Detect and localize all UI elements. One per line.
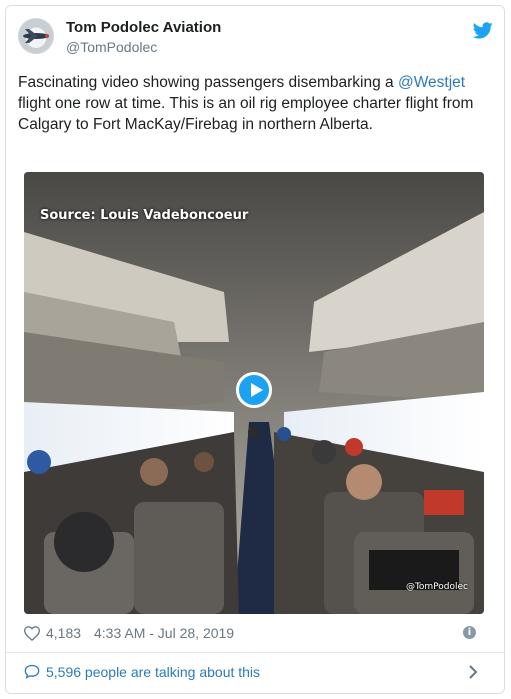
video-source-caption: Source: Louis Vadeboncoeur [40,208,249,223]
info-icon[interactable]: i [463,626,476,639]
tweet-text: Fascinating video showing passengers dis… [18,72,478,135]
tweet-text-before: Fascinating video showing passengers dis… [18,74,398,91]
tweet-header: Tom Podolec Aviation @TomPodolec [18,18,493,62]
play-icon[interactable] [236,372,272,408]
author-avatar[interactable] [18,18,54,54]
author-name[interactable]: Tom Podolec Aviation [66,19,221,36]
author-handle[interactable]: @TomPodolec [66,39,157,55]
footer-divider [5,652,506,653]
tweet-timestamp[interactable]: 4:33 AM - Jul 28, 2019 [94,625,234,641]
like-count[interactable]: 4,183 [46,625,81,641]
video-watermark: @TomPodolec [405,582,468,592]
talking-count-text[interactable]: 5,596 people are talking about this [46,664,260,680]
tweet-text-after: flight one row at time. This is an oil r… [18,95,474,133]
twitter-bird-icon[interactable] [473,22,493,39]
heart-icon[interactable] [24,626,40,641]
speech-bubble-icon [24,664,40,679]
conversation-link[interactable]: 5,596 people are talking about this [24,662,484,684]
mention-link[interactable]: @Westjet [398,74,465,91]
chevron-right-icon[interactable] [469,665,478,679]
video-thumbnail[interactable]: Source: Louis Vadeboncoeur @TomPodolec [24,172,484,614]
airplane-icon [23,29,49,43]
